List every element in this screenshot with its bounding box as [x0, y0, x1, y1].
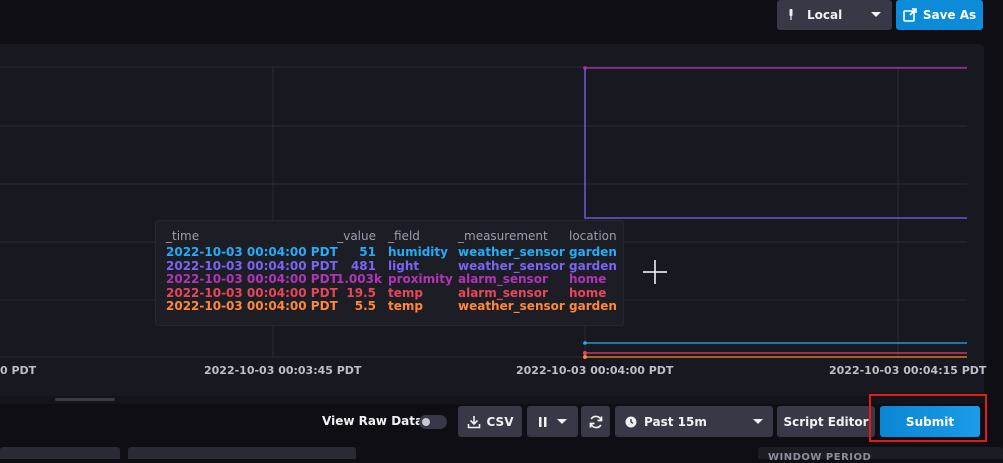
tooltip-header-value: _value [337, 229, 376, 243]
point-temp-garden [583, 355, 587, 359]
tooltip-cell: weather_sensor [458, 245, 565, 259]
tooltip-header-field: _field [388, 229, 420, 243]
tooltip-cell: 1.003k [336, 272, 382, 286]
tooltip-cell: 19.5 [346, 285, 376, 300]
tooltip-header-measurement: _measurement [458, 229, 548, 243]
x-tick-label: 0 PDT [0, 364, 37, 377]
tooltip-col-value: _value 51 481 1.003k 19.5 5.5 [336, 229, 382, 314]
export-icon [903, 8, 917, 22]
pause-dropdown-button[interactable] [527, 406, 578, 437]
point-humidity [583, 341, 587, 345]
tooltip-cell: alarm_sensor [458, 285, 548, 300]
bottom-tab[interactable] [0, 447, 120, 459]
tooltip-cell: 51 [359, 245, 376, 259]
tooltip-cell: temp [388, 285, 423, 300]
caret-down-icon [753, 419, 763, 424]
scrollbar-thumb[interactable] [55, 398, 115, 401]
hover-tooltip: _time 2022-10-03 00:04:00 PDT 2022-10-03… [155, 220, 624, 326]
pin-icon [789, 9, 793, 20]
tooltip-header-location: location [569, 229, 617, 243]
csv-label: CSV [486, 414, 514, 429]
tooltip-cell: 2022-10-03 00:04:00 PDT [166, 272, 338, 286]
view-raw-data-label: View Raw Data [322, 414, 424, 428]
time-range-label: Past 15m [644, 414, 707, 429]
tooltip-cell: 2022-10-03 00:04:00 PDT [166, 285, 338, 300]
timezone-label: Local [807, 8, 843, 22]
bottom-tab[interactable] [128, 447, 356, 459]
series-lines [584, 67, 967, 358]
tooltip-cell: light [388, 258, 420, 273]
tooltip-cell: garden [569, 258, 617, 273]
refresh-icon [589, 415, 602, 428]
save-as-button[interactable]: Save As [896, 0, 983, 30]
timezone-dropdown[interactable]: Local [777, 0, 892, 30]
refresh-button[interactable] [581, 406, 610, 437]
x-tick-label: 2022-10-03 00:04:00 PDT [516, 364, 674, 377]
crosshair-cursor-icon [643, 260, 667, 284]
tooltip-cell: home [569, 272, 607, 286]
point-proximity [583, 66, 587, 70]
script-editor-label: Script Editor [783, 414, 869, 429]
submit-highlight-box [869, 394, 987, 442]
tooltip-cell: garden [569, 245, 617, 259]
tooltip-cell: 2022-10-03 00:04:00 PDT [166, 299, 338, 313]
x-tick-label: 2022-10-03 00:03:45 PDT [204, 364, 362, 377]
tooltip-cell: proximity [388, 272, 453, 286]
save-as-label: Save As [922, 8, 977, 22]
x-tick-label: 2022-10-03 00:04:15 PDT [829, 364, 987, 377]
window-period-label: WINDOW PERIOD [768, 452, 872, 463]
caret-down-icon [556, 418, 567, 424]
tooltip-cell: 5.5 [354, 299, 376, 313]
point-temp-home [583, 351, 587, 355]
tooltip-cell: 2022-10-03 00:04:00 PDT [166, 258, 338, 273]
series-light-line [584, 68, 967, 219]
tooltip-cell: 481 [350, 258, 376, 273]
tooltip-cell: humidity [388, 245, 448, 259]
tooltip-col-time: _time 2022-10-03 00:04:00 PDT 2022-10-03… [166, 229, 338, 314]
clock-icon [625, 416, 637, 427]
tooltip-cell: weather_sensor [458, 258, 565, 273]
download-icon [467, 415, 480, 428]
tooltip-cell: weather_sensor [458, 299, 565, 313]
pause-icon [538, 416, 546, 427]
script-editor-button[interactable]: Script Editor [777, 406, 875, 437]
horizontal-scrollbar[interactable] [0, 396, 984, 404]
tooltip-cell: home [569, 285, 607, 300]
caret-down-icon [871, 12, 881, 17]
tooltip-cell: alarm_sensor [458, 272, 548, 286]
tooltip-cell: temp [388, 299, 423, 313]
csv-download-button[interactable]: CSV [458, 406, 522, 437]
tooltip-col-field: _field humidity light proximity temp tem… [388, 229, 453, 314]
tooltip-cell: 2022-10-03 00:04:00 PDT [166, 245, 338, 259]
tooltip-header-time: _time [166, 229, 200, 243]
tooltip-cell: garden [569, 299, 617, 313]
time-range-dropdown[interactable]: Past 15m [615, 406, 773, 437]
tooltip-col-measurement: _measurement weather_sensor weather_sens… [458, 229, 565, 314]
toggle-knob [422, 418, 430, 426]
tooltip-col-location: location garden garden home home garden [569, 229, 617, 314]
